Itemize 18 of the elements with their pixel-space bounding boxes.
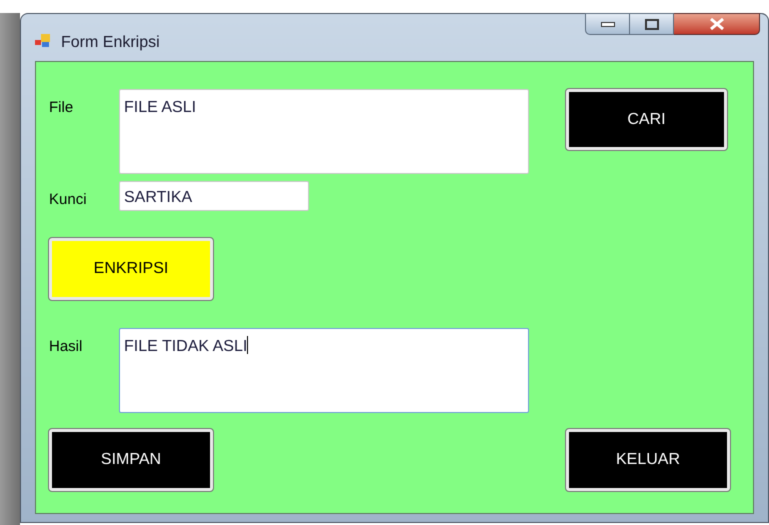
action-button[interactable]: ENKRIPSI — [49, 238, 213, 300]
action-button[interactable]: KELUAR — [566, 428, 730, 490]
maximize-button[interactable] — [630, 13, 674, 35]
window-title: Form Enkripsi — [61, 33, 160, 53]
text-field[interactable]: SARTIKA — [119, 181, 309, 211]
text-area[interactable]: FILE ASLI — [119, 89, 529, 174]
text-area[interactable]: FILE TIDAK ASLI — [119, 328, 529, 412]
close-button[interactable] — [674, 13, 760, 35]
action-button[interactable]: SIMPAN — [49, 428, 213, 490]
action-button[interactable]: CARI — [566, 89, 727, 150]
field-label: File — [49, 98, 74, 118]
close-icon — [708, 18, 724, 30]
minimize-icon — [600, 22, 614, 26]
maximize-icon — [644, 18, 658, 30]
minimize-button[interactable] — [585, 13, 630, 35]
form-icon — [35, 34, 51, 48]
field-label: Kunci — [49, 190, 88, 210]
field-label: Hasil — [49, 336, 84, 356]
